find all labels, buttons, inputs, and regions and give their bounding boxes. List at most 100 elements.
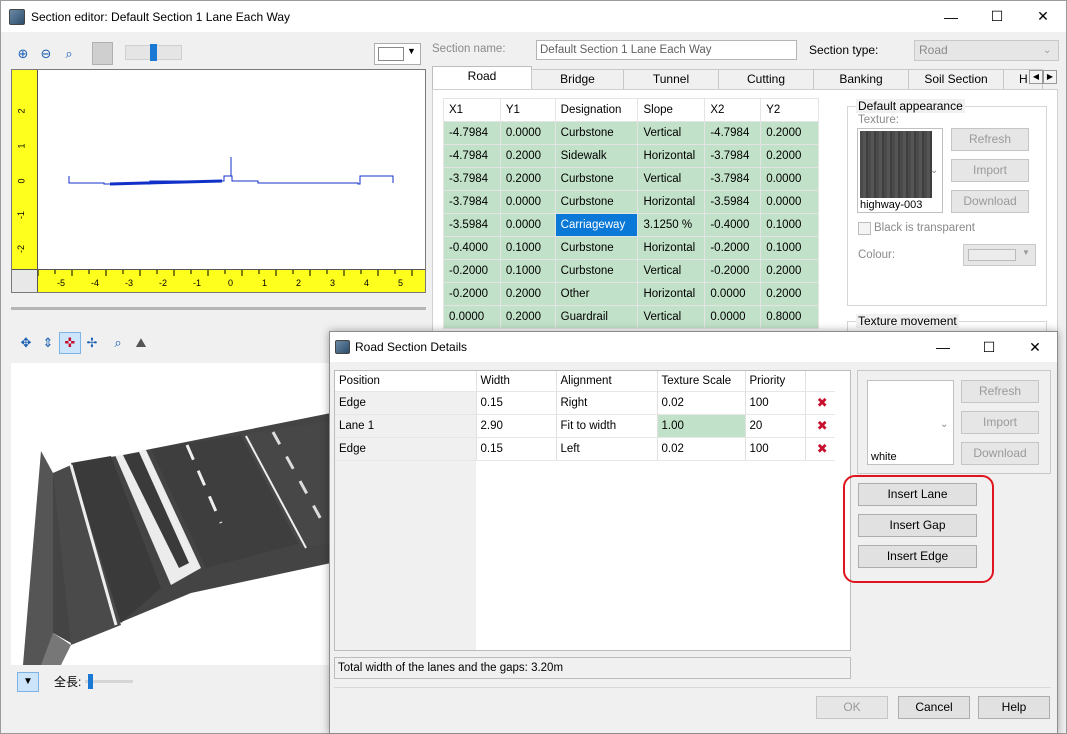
table-cell[interactable]: 0.2000 <box>760 259 819 283</box>
pan-icon[interactable]: ✜ <box>59 332 81 354</box>
colour-select[interactable]: ▼ <box>963 244 1036 266</box>
table-cell[interactable]: 0.8000 <box>760 305 819 329</box>
cancel-button[interactable]: Cancel <box>898 696 970 719</box>
splitter[interactable] <box>11 307 426 310</box>
length-slider-thumb[interactable] <box>88 674 93 689</box>
table-row[interactable]: -4.7984 0.0000 Curbstone Vertical -4.7984 0.2… <box>443 121 819 145</box>
table-row[interactable]: -3.7984 0.0000 Curbstone Horizontal -3.5984 0… <box>443 190 819 214</box>
table-cell[interactable]: -0.4000 <box>443 236 501 260</box>
profile-view[interactable]: 2 1 0 -1 -2 -5 -4 -3 -2 -1 0 1 2 3 4 5 <box>11 69 426 293</box>
table-cell[interactable]: 0.2000 <box>760 282 819 306</box>
table-cell[interactable]: -4.7984 <box>443 144 501 168</box>
table-cell[interactable]: Vertical <box>637 167 706 191</box>
close-button[interactable]: ✕ <box>1020 1 1066 32</box>
table-cell[interactable]: 0.1000 <box>760 236 819 260</box>
refresh-button[interactable]: Refresh <box>951 128 1029 151</box>
delete-row-icon[interactable]: ✖ <box>805 437 835 461</box>
black-transparent-checkbox[interactable] <box>858 222 871 235</box>
orbit-icon[interactable]: ✢ <box>83 334 101 352</box>
table-row[interactable]: -4.7984 0.2000 Sidewalk Horizontal -3.7984 0.… <box>443 144 819 168</box>
table-cell[interactable]: 0.1000 <box>499 259 556 283</box>
table-cell[interactable]: 0.2000 <box>499 305 556 329</box>
zoom-out-icon[interactable]: ⊖ <box>37 45 55 63</box>
column-header[interactable]: X2 <box>704 98 762 122</box>
table-cell[interactable]: Horizontal <box>637 144 706 168</box>
table-cell[interactable]: Curbstone <box>554 259 639 283</box>
maximize-button[interactable]: ☐ <box>974 1 1020 32</box>
lane-cell[interactable]: Edge <box>335 437 477 461</box>
lane-cell[interactable]: 100 <box>745 391 806 415</box>
table-cell[interactable]: 0.0000 <box>499 190 556 214</box>
insert-edge-button[interactable]: Insert Edge <box>858 545 977 568</box>
lane-cell[interactable]: Right <box>556 391 658 415</box>
column-header[interactable]: Priority <box>745 371 806 392</box>
table-cell[interactable]: Curbstone <box>554 236 639 260</box>
lane-download-button[interactable]: Download <box>961 442 1039 465</box>
tab-bridge[interactable]: Bridge <box>531 69 624 89</box>
table-cell[interactable]: 0.0000 <box>499 121 556 145</box>
table-row[interactable]: 0.0000 0.2000 Guardrail Vertical 0.0000 0.800… <box>443 305 819 329</box>
table-cell[interactable]: -4.7984 <box>443 121 501 145</box>
lane-cell[interactable]: Lane 1 <box>335 414 477 438</box>
section-name-input[interactable]: Default Section 1 Lane Each Way <box>536 40 797 60</box>
table-cell[interactable]: -0.2000 <box>443 282 501 306</box>
column-header[interactable]: Position <box>335 371 477 392</box>
lane-refresh-button[interactable]: Refresh <box>961 380 1039 403</box>
column-header[interactable]: Texture Scale <box>657 371 746 392</box>
tab-scroll-right-icon[interactable]: ▶ <box>1043 70 1057 84</box>
lane-cell[interactable]: 0.02 <box>657 437 746 461</box>
column-header[interactable]: Y1 <box>499 98 556 122</box>
lane-cell[interactable]: Fit to width <box>556 414 658 438</box>
road-3d-preview[interactable] <box>11 363 331 665</box>
table-cell[interactable]: Guardrail <box>554 305 639 329</box>
delete-row-icon[interactable]: ✖ <box>805 414 835 438</box>
table-cell[interactable]: 0.2000 <box>499 167 556 191</box>
table-cell[interactable]: -4.7984 <box>704 121 762 145</box>
grid-toggle-icon[interactable] <box>92 42 113 65</box>
dialog-close-button[interactable]: ✕ <box>1012 332 1058 362</box>
table-cell[interactable]: 0.0000 <box>704 282 762 306</box>
lane-texture-picker[interactable]: ⌄ white <box>867 380 954 465</box>
table-cell[interactable]: 0.0000 <box>499 213 556 237</box>
table-cell[interactable]: Other <box>554 282 639 306</box>
insert-lane-button[interactable]: Insert Lane <box>858 483 977 506</box>
zoom-in-icon[interactable]: ⊕ <box>14 45 32 63</box>
table-cell[interactable]: Curbstone <box>554 167 639 191</box>
lane-cell[interactable]: 100 <box>745 437 806 461</box>
column-header[interactable]: Slope <box>637 98 706 122</box>
table-cell[interactable]: -3.7984 <box>443 167 501 191</box>
lane-row[interactable]: Edge 0.15 Left 0.02 100 ✖ <box>335 437 835 461</box>
table-cell[interactable]: Horizontal <box>637 190 706 214</box>
table-cell[interactable]: 0.0000 <box>760 167 819 191</box>
minimize-button[interactable]: — <box>928 1 974 32</box>
zoom-fit-icon[interactable]: ⌕ <box>60 45 78 63</box>
zoom-slider-thumb[interactable] <box>150 44 157 61</box>
dialog-maximize-button[interactable]: ☐ <box>966 332 1012 362</box>
lane-cell[interactable]: 1.00 <box>657 414 746 438</box>
move-vertical-icon[interactable]: ⇕ <box>39 334 57 352</box>
tab-banking[interactable]: Banking <box>813 69 909 89</box>
dialog-minimize-button[interactable]: — <box>920 332 966 362</box>
table-cell[interactable]: 0.0000 <box>443 305 501 329</box>
ok-button[interactable]: OK <box>816 696 888 719</box>
camera-down-icon[interactable]: ▼ <box>17 672 39 692</box>
table-cell[interactable]: Curbstone <box>554 121 639 145</box>
table-cell[interactable]: 0.1000 <box>499 236 556 260</box>
table-cell[interactable]: -0.2000 <box>704 259 762 283</box>
column-header[interactable]: Alignment <box>556 371 658 392</box>
view-road-icon[interactable]: ⛰ <box>132 334 150 352</box>
zoom-icon[interactable]: ⌕ <box>109 334 127 352</box>
color-picker[interactable]: ▼ <box>374 43 421 65</box>
table-cell[interactable]: 0.0000 <box>760 190 819 214</box>
table-row[interactable]: -0.4000 0.1000 Curbstone Horizontal -0.2000 0… <box>443 236 819 260</box>
table-row[interactable]: -0.2000 0.1000 Curbstone Vertical -0.2000 0.2… <box>443 259 819 283</box>
table-cell[interactable]: Carriageway <box>554 213 639 237</box>
table-cell[interactable]: -0.2000 <box>704 236 762 260</box>
lane-cell[interactable]: 0.15 <box>476 391 557 415</box>
lane-cell[interactable]: 2.90 <box>476 414 557 438</box>
lane-import-button[interactable]: Import <box>961 411 1039 434</box>
table-cell[interactable]: Vertical <box>637 259 706 283</box>
column-header[interactable]: Y2 <box>760 98 819 122</box>
table-cell[interactable]: 0.2000 <box>760 121 819 145</box>
lane-cell[interactable]: Left <box>556 437 658 461</box>
